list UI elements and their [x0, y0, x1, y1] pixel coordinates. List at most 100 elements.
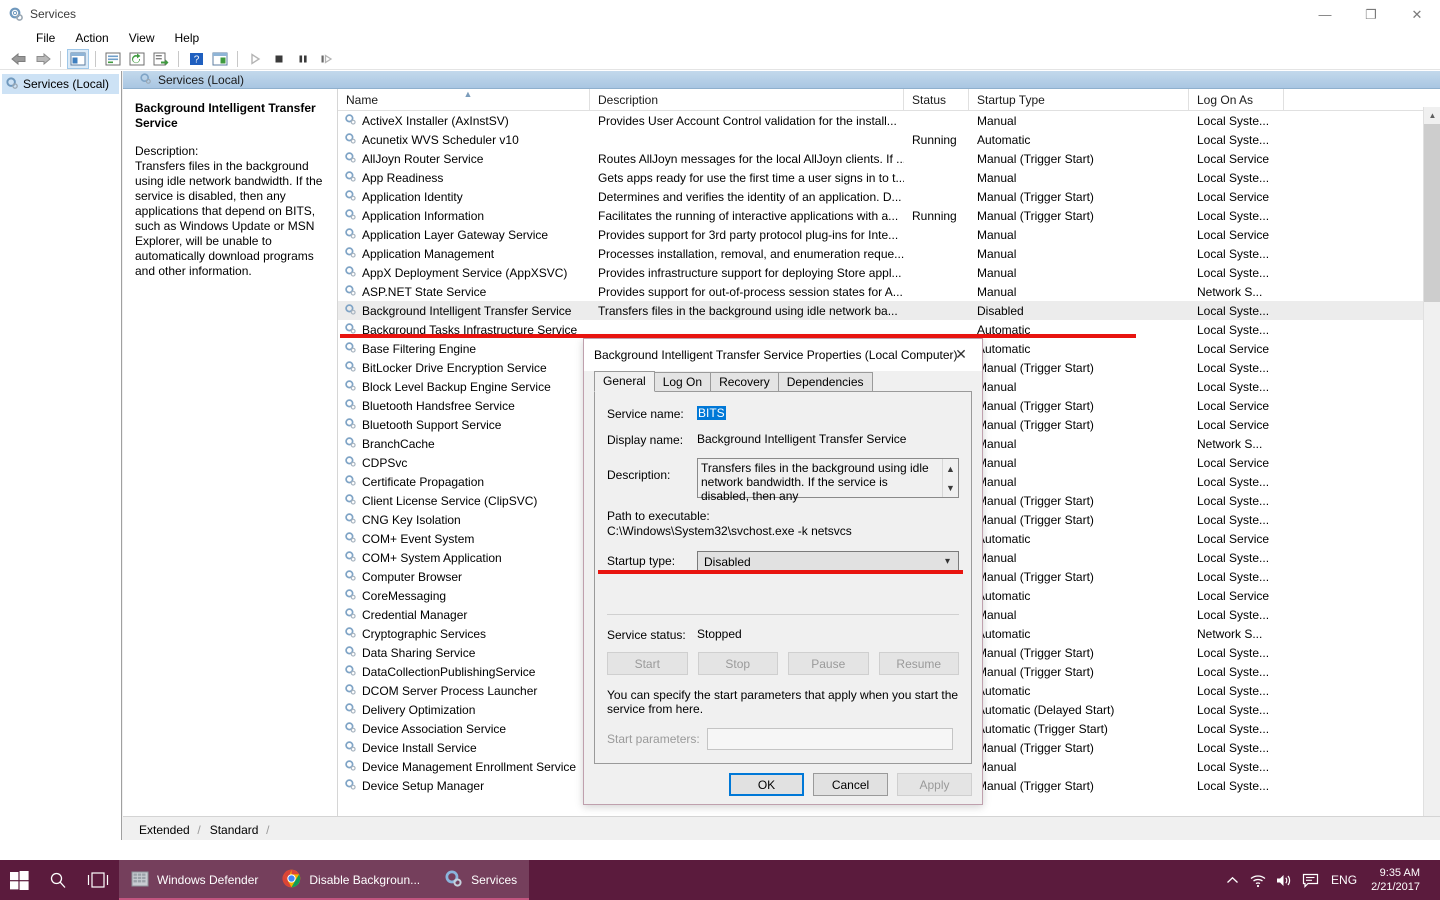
- show-hide-action-pane-icon[interactable]: [209, 49, 231, 69]
- taskbar-app-windows-defender[interactable]: Windows Defender: [119, 860, 270, 900]
- console-tab-standard[interactable]: Standard /: [200, 821, 269, 840]
- service-status-label: Service status:: [607, 627, 697, 642]
- chevron-down-icon: ▾: [945, 556, 950, 567]
- show-desktop-button[interactable]: [1434, 860, 1440, 900]
- action-center-icon[interactable]: [1297, 873, 1323, 888]
- table-row[interactable]: ActiveX Installer (AxInstSV)Provides Use…: [338, 111, 1440, 130]
- dialog-tab-general[interactable]: General: [594, 371, 655, 392]
- menu-action[interactable]: Action: [65, 29, 118, 47]
- table-row[interactable]: App ReadinessGets apps ready for use the…: [338, 168, 1440, 187]
- services-gear-icon: [344, 626, 357, 642]
- properties-icon[interactable]: [102, 49, 124, 69]
- scroll-up-icon[interactable]: ▲: [943, 459, 958, 478]
- taskbar-app-chrome[interactable]: Disable Backgroun...: [270, 860, 432, 900]
- start-parameters-label: Start parameters:: [607, 732, 707, 746]
- startup-type-select[interactable]: Disabled ▾: [697, 551, 959, 572]
- clock-date: 2/21/2017: [1371, 880, 1420, 894]
- forward-icon[interactable]: [32, 49, 54, 69]
- column-header-description-label: Description: [598, 93, 658, 107]
- table-row[interactable]: Application ManagementProcesses installa…: [338, 244, 1440, 263]
- description-scrollbar[interactable]: ▲ ▼: [942, 459, 958, 497]
- show-hidden-icons-icon[interactable]: [1219, 876, 1245, 885]
- cell-description: Provides User Account Control validation…: [590, 114, 904, 128]
- wifi-icon[interactable]: [1245, 873, 1271, 888]
- stop-service-icon[interactable]: [268, 49, 290, 69]
- restart-service-icon[interactable]: [316, 49, 338, 69]
- scroll-up-icon[interactable]: ▲: [1424, 107, 1440, 124]
- speaker-icon[interactable]: [1271, 873, 1297, 888]
- service-status-value: Stopped: [697, 627, 742, 642]
- scrollbar-thumb[interactable]: [1424, 124, 1440, 302]
- windows-start-icon[interactable]: [0, 860, 39, 900]
- ok-button[interactable]: OK: [729, 773, 804, 796]
- cell-name: AllJoyn Router Service: [338, 151, 590, 167]
- table-row[interactable]: Application IdentityDetermines and verif…: [338, 187, 1440, 206]
- column-header-startup-type[interactable]: Startup Type: [969, 89, 1189, 110]
- minimize-button[interactable]: —: [1302, 0, 1348, 28]
- pause-service-icon[interactable]: [292, 49, 314, 69]
- cell-name: Device Management Enrollment Service: [338, 759, 590, 775]
- column-header-status[interactable]: Status: [904, 89, 969, 110]
- refresh-icon[interactable]: [126, 49, 148, 69]
- services-list-scrollbar[interactable]: ▲ ▼: [1423, 107, 1440, 816]
- search-icon[interactable]: [39, 860, 77, 900]
- dialog-tab-dependencies[interactable]: Dependencies: [778, 372, 873, 392]
- cell-log-on-as: Local Syste...: [1189, 779, 1284, 793]
- table-row[interactable]: Background Intelligent Transfer ServiceT…: [338, 301, 1440, 320]
- services-gear-icon: [344, 588, 357, 604]
- cell-startup-type: Manual (Trigger Start): [969, 209, 1189, 223]
- apply-button[interactable]: Apply: [897, 773, 972, 796]
- dialog-tab-log-on[interactable]: Log On: [654, 372, 711, 392]
- stop-button[interactable]: Stop: [698, 652, 779, 675]
- services-gear-icon: [344, 645, 357, 661]
- column-header-description[interactable]: Description: [590, 89, 904, 110]
- resume-button[interactable]: Resume: [879, 652, 960, 675]
- pause-button[interactable]: Pause: [788, 652, 869, 675]
- back-icon[interactable]: [8, 49, 30, 69]
- cell-name: Device Association Service: [338, 721, 590, 737]
- column-header-name[interactable]: ▲ Name: [338, 89, 590, 110]
- input-language-indicator[interactable]: ENG: [1323, 873, 1365, 887]
- dialog-tab-recovery[interactable]: Recovery: [710, 372, 779, 392]
- cell-name: Cryptographic Services: [338, 626, 590, 642]
- scroll-down-icon[interactable]: ▼: [943, 478, 958, 497]
- table-row[interactable]: ASP.NET State ServiceProvides support fo…: [338, 282, 1440, 301]
- service-name-text: COM+ Event System: [362, 532, 474, 546]
- tree-node-services-local[interactable]: Services (Local): [2, 74, 119, 94]
- maximize-button[interactable]: ❐: [1348, 0, 1394, 28]
- export-list-icon[interactable]: [150, 49, 172, 69]
- console-tab-extended[interactable]: Extended /: [129, 821, 200, 840]
- services-gear-icon: [344, 607, 357, 623]
- toolbar: ?: [0, 48, 1440, 70]
- cell-startup-type: Manual (Trigger Start): [969, 646, 1189, 660]
- start-service-icon[interactable]: [244, 49, 266, 69]
- help-icon[interactable]: ?: [185, 49, 207, 69]
- clock[interactable]: 9:35 AM 2/21/2017: [1365, 866, 1434, 894]
- column-header-log-on-as[interactable]: Log On As: [1189, 89, 1284, 110]
- dialog-close-button[interactable]: ✕: [940, 339, 982, 369]
- menu-file[interactable]: File: [26, 29, 65, 47]
- taskbar-app-services[interactable]: Services: [432, 860, 529, 900]
- menu-help[interactable]: Help: [165, 29, 210, 47]
- start-parameters-input[interactable]: [707, 728, 953, 750]
- cancel-button[interactable]: Cancel: [813, 773, 888, 796]
- cell-startup-type: Manual: [969, 380, 1189, 394]
- cell-startup-type: Automatic (Delayed Start): [969, 703, 1189, 717]
- service-name-text: Client License Service (ClipSVC): [362, 494, 537, 508]
- cell-name: AppX Deployment Service (AppXSVC): [338, 265, 590, 281]
- cell-startup-type: Manual: [969, 760, 1189, 774]
- table-row[interactable]: AppX Deployment Service (AppXSVC)Provide…: [338, 263, 1440, 282]
- services-gear-icon: [344, 151, 357, 167]
- task-view-icon[interactable]: [77, 860, 119, 900]
- windows-defender-icon: [131, 870, 149, 891]
- menu-view[interactable]: View: [119, 29, 165, 47]
- table-row[interactable]: Acunetix WVS Scheduler v10RunningAutomat…: [338, 130, 1440, 149]
- description-textarea[interactable]: Transfers files in the background using …: [697, 458, 959, 498]
- show-hide-console-tree-icon[interactable]: [67, 49, 89, 69]
- table-row[interactable]: Application InformationFacilitates the r…: [338, 206, 1440, 225]
- start-button[interactable]: Start: [607, 652, 688, 675]
- table-row[interactable]: AllJoyn Router ServiceRoutes AllJoyn mes…: [338, 149, 1440, 168]
- cell-log-on-as: Local Syste...: [1189, 380, 1284, 394]
- close-button[interactable]: ✕: [1394, 0, 1440, 28]
- table-row[interactable]: Application Layer Gateway ServiceProvide…: [338, 225, 1440, 244]
